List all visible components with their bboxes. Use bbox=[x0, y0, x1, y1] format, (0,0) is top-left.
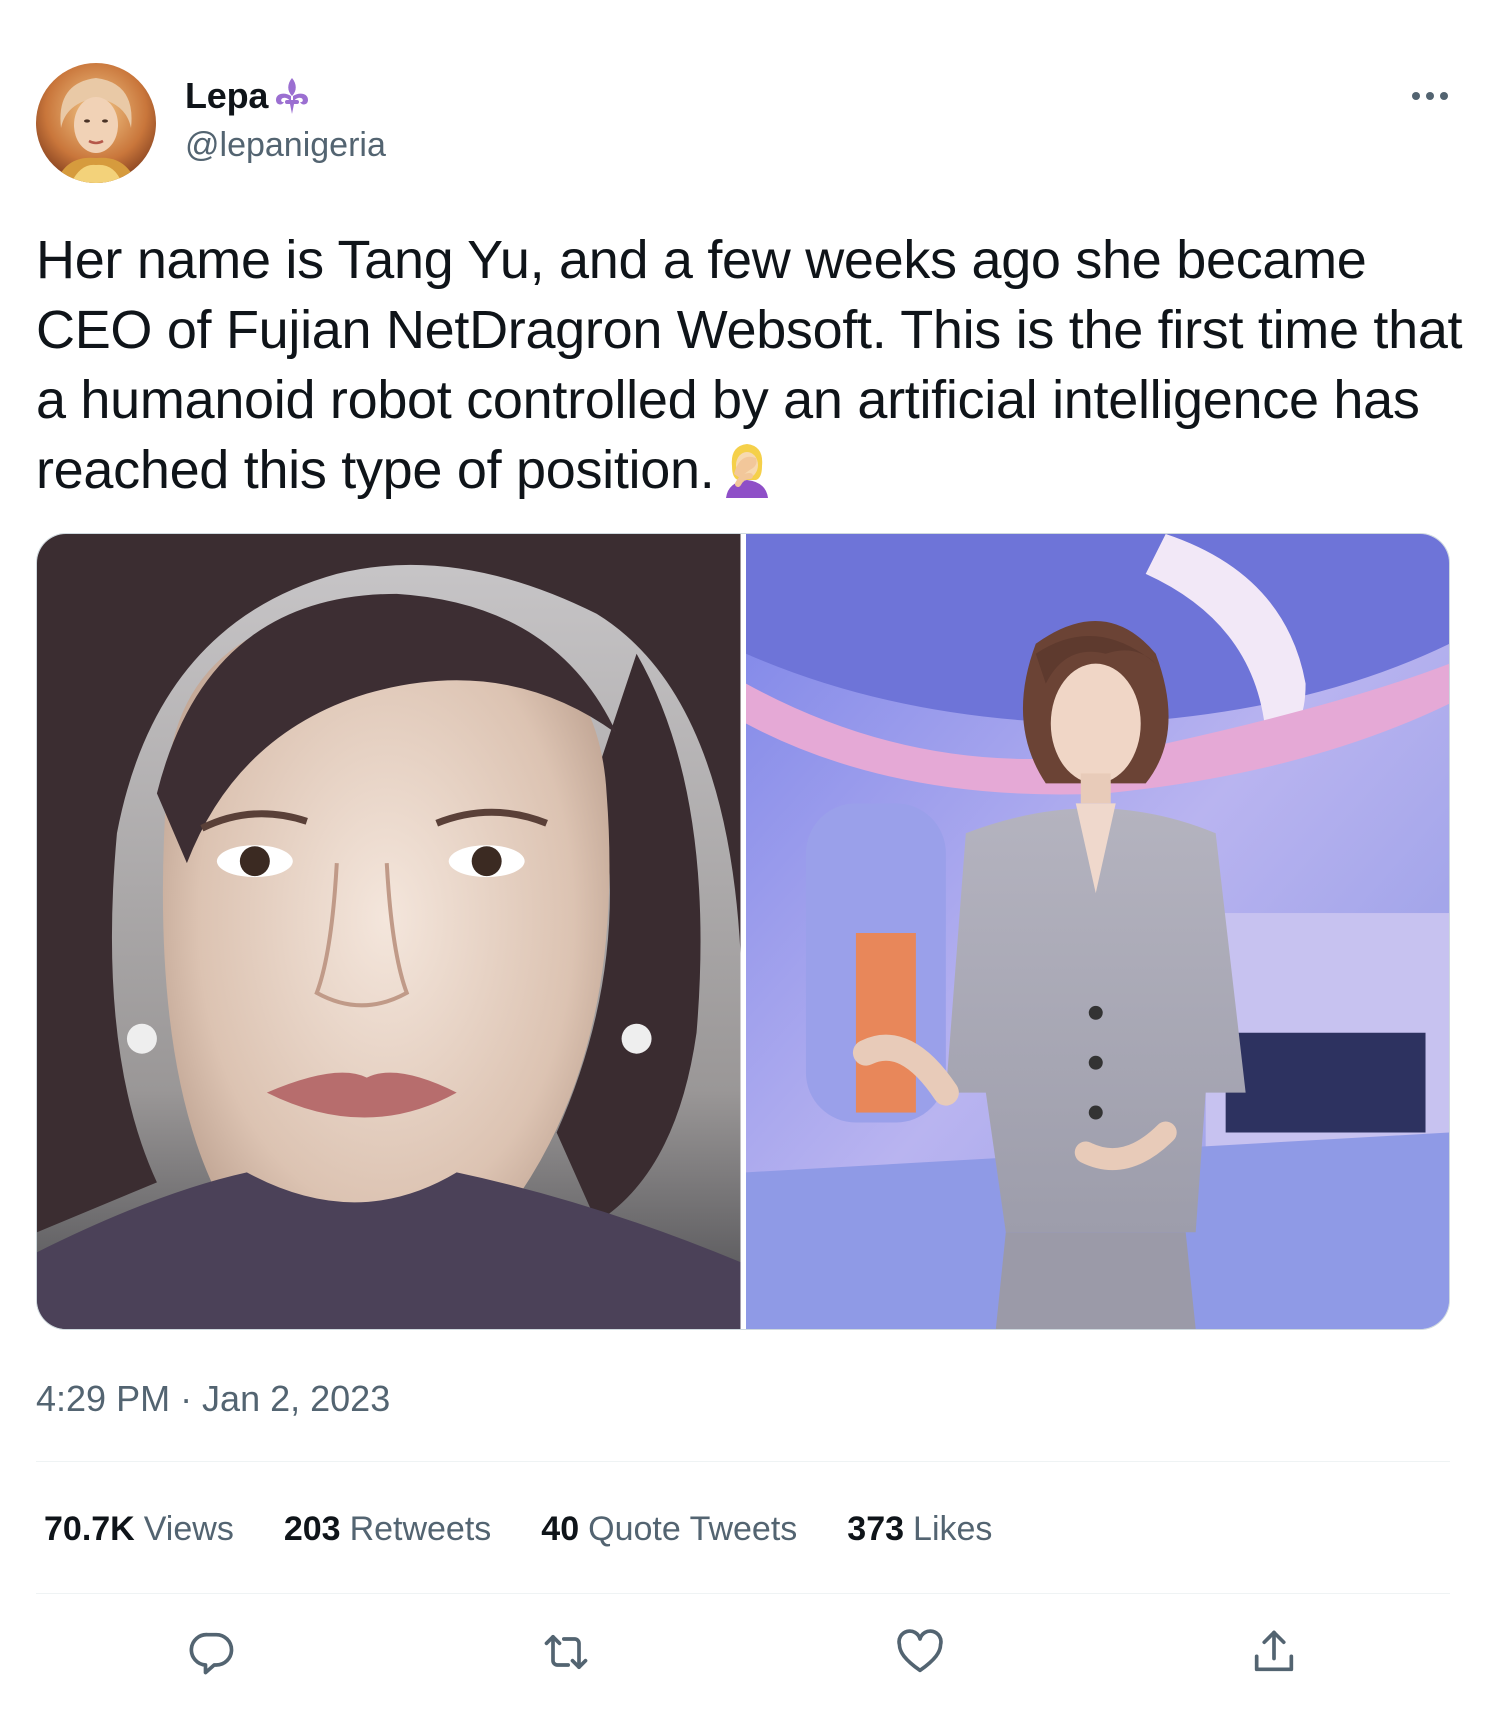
portrait-photo[interactable] bbox=[37, 534, 741, 1329]
views-count: 70.7K bbox=[44, 1510, 135, 1548]
views-stat: 70.7K Views bbox=[44, 1510, 234, 1549]
reply-icon[interactable] bbox=[182, 1622, 242, 1682]
display-name-text: Lepa bbox=[185, 75, 269, 116]
quote-tweets-label: Quote Tweets bbox=[588, 1510, 798, 1548]
tweet-stats: 70.7K Views 203 Retweets 40 Quote Tweets 37… bbox=[44, 1510, 1042, 1549]
full-body-photo-image bbox=[745, 534, 1449, 1329]
likes-count: 373 bbox=[847, 1510, 905, 1548]
more-options-icon[interactable] bbox=[1402, 76, 1458, 116]
avatar-image bbox=[36, 63, 156, 183]
retweets-count: 203 bbox=[283, 1510, 341, 1548]
divider-top bbox=[36, 1461, 1450, 1462]
tweet-text: Her name is Tang Yu, and a few weeks ago… bbox=[36, 225, 1466, 505]
retweets-stat[interactable]: 203 Retweets bbox=[284, 1510, 491, 1549]
fleur-de-lis-icon bbox=[270, 74, 314, 118]
share-icon[interactable] bbox=[1244, 1622, 1304, 1682]
retweets-label: Retweets bbox=[349, 1510, 492, 1548]
tweet-actions bbox=[0, 1622, 1492, 1686]
woman-facepalming-icon bbox=[720, 440, 774, 498]
divider-bottom bbox=[36, 1593, 1450, 1594]
quote-tweets-stat[interactable]: 40 Quote Tweets bbox=[541, 1510, 797, 1549]
portrait-photo-image bbox=[37, 534, 741, 1329]
like-icon[interactable] bbox=[890, 1622, 950, 1682]
tweet: Lepa @lepanigeria Her name is Tang Yu, a… bbox=[0, 0, 1492, 1710]
full-body-photo[interactable] bbox=[745, 534, 1449, 1329]
views-label: Views bbox=[143, 1510, 234, 1548]
tweet-media[interactable] bbox=[36, 533, 1450, 1330]
tweet-timestamp[interactable]: 4:29 PM · Jan 2, 2023 bbox=[36, 1378, 390, 1420]
retweet-icon[interactable] bbox=[536, 1622, 596, 1682]
avatar[interactable] bbox=[36, 63, 156, 183]
author-handle[interactable]: @lepanigeria bbox=[185, 126, 386, 165]
author-display-name[interactable]: Lepa bbox=[185, 74, 314, 118]
likes-stat[interactable]: 373 Likes bbox=[847, 1510, 992, 1549]
likes-label: Likes bbox=[913, 1510, 993, 1548]
quote-tweets-count: 40 bbox=[541, 1510, 580, 1548]
